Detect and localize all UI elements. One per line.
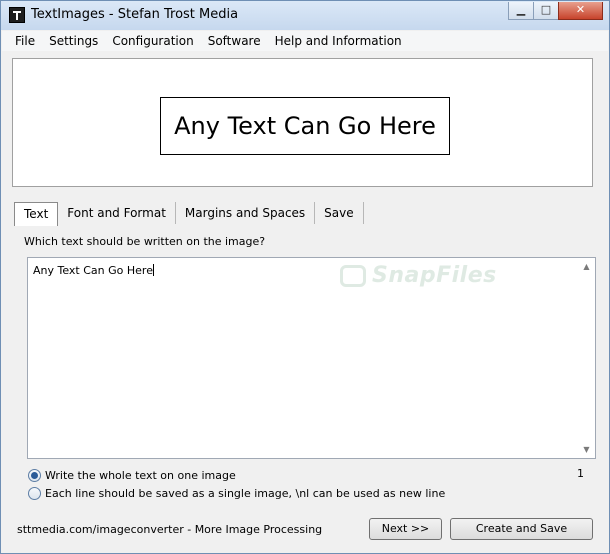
tab-save[interactable]: Save: [315, 202, 364, 224]
image-preview: Any Text Can Go Here: [12, 58, 593, 187]
close-icon: ✕: [575, 3, 586, 16]
tab-font-and-format[interactable]: Font and Format: [58, 202, 176, 224]
window-controls: ▁ □ ✕: [508, 2, 603, 22]
tab-strip: Text Font and Format Margins and Spaces …: [14, 202, 364, 226]
close-button[interactable]: ✕: [558, 2, 603, 20]
text-input[interactable]: Any Text Can Go Here SnapFiles ▲ ▼: [27, 257, 596, 459]
title-bar: TextImages - Stefan Trost Media ▁ □ ✕: [1, 1, 609, 30]
scroll-up-icon[interactable]: ▲: [578, 258, 595, 275]
text-scrollbar[interactable]: ▲ ▼: [578, 258, 595, 458]
watermark-text: SnapFiles: [372, 263, 497, 288]
footer-link[interactable]: sttmedia.com/imageconverter - More Image…: [17, 523, 322, 536]
text-input-content: Any Text Can Go Here: [33, 264, 154, 277]
scroll-down-icon[interactable]: ▼: [578, 441, 595, 458]
tab-margins-and-spaces[interactable]: Margins and Spaces: [176, 202, 316, 224]
text-prompt-label: Which text should be written on the imag…: [24, 235, 266, 248]
option-one-image[interactable]: Write the whole text on one image: [28, 469, 236, 482]
option-each-line-label: Each line should be saved as a single im…: [45, 487, 446, 500]
text-input-value: Any Text Can Go Here: [33, 264, 153, 277]
app-window: TextImages - Stefan Trost Media ▁ □ ✕ Fi…: [0, 0, 610, 554]
radio-one-image[interactable]: [28, 469, 41, 482]
radio-each-line[interactable]: [28, 487, 41, 500]
minimize-icon: ▁: [516, 3, 526, 16]
watermark-logo-icon: [340, 265, 366, 287]
menu-bar: File Settings Configuration Software Hel…: [2, 31, 608, 51]
option-each-line[interactable]: Each line should be saved as a single im…: [28, 487, 445, 500]
minimize-button[interactable]: ▁: [508, 2, 534, 20]
maximize-icon: □: [540, 3, 552, 16]
app-icon: [9, 7, 25, 23]
menu-help[interactable]: Help and Information: [268, 31, 409, 51]
option-one-image-label: Write the whole text on one image: [45, 469, 236, 482]
window-title: TextImages - Stefan Trost Media: [31, 7, 239, 22]
menu-settings[interactable]: Settings: [42, 31, 105, 51]
text-tab-panel: Which text should be written on the imag…: [12, 226, 597, 510]
menu-file[interactable]: File: [2, 31, 42, 51]
line-count: 1: [577, 467, 584, 480]
menu-software[interactable]: Software: [201, 31, 268, 51]
preview-text-image: Any Text Can Go Here: [160, 97, 450, 155]
tab-text[interactable]: Text: [14, 202, 59, 226]
next-button[interactable]: Next >>: [369, 518, 442, 540]
text-caret: [152, 264, 154, 276]
menu-configuration[interactable]: Configuration: [105, 31, 200, 51]
maximize-button[interactable]: □: [533, 2, 559, 20]
create-and-save-button[interactable]: Create and Save: [450, 518, 593, 540]
